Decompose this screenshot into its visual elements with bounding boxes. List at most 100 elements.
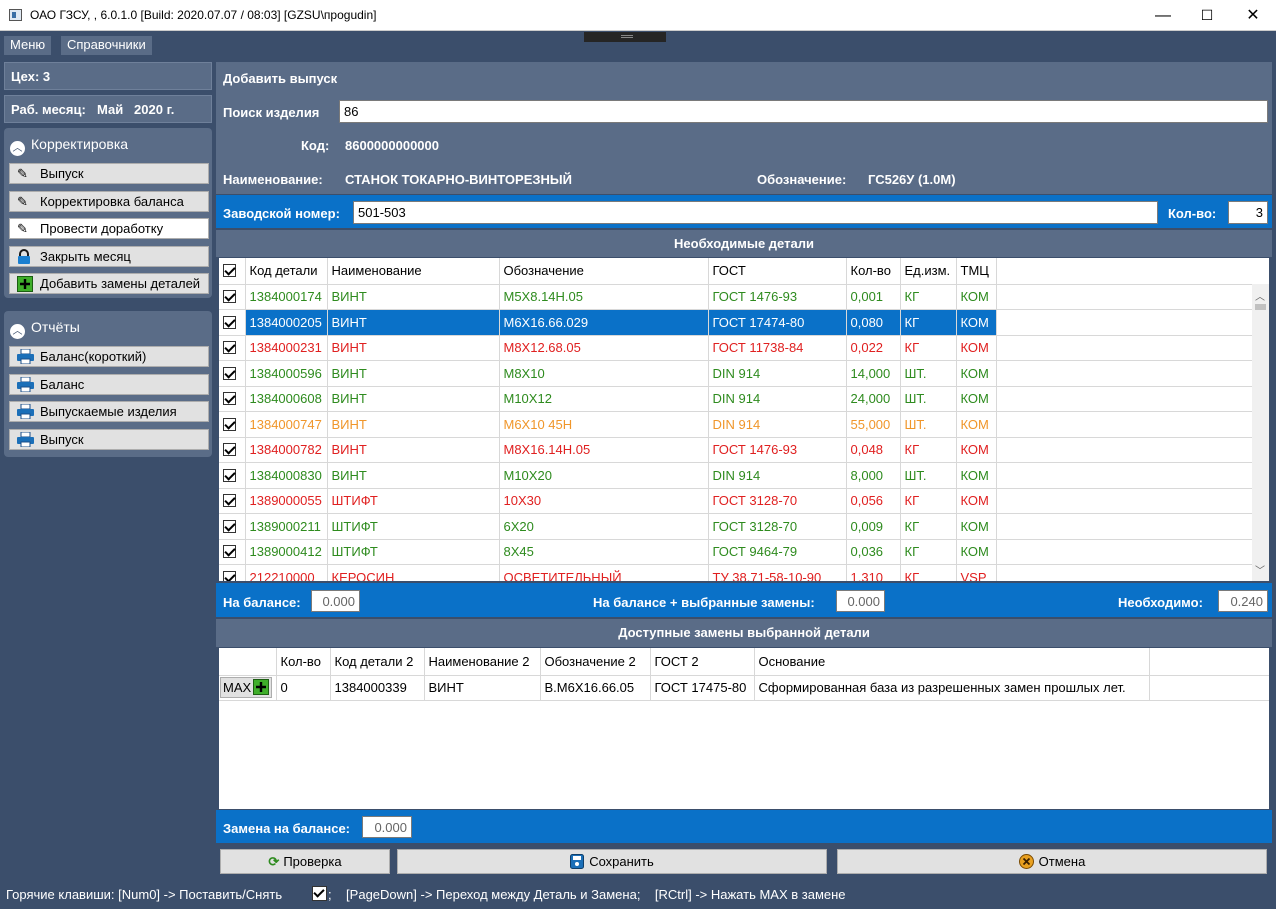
table-row[interactable]: 1384000231 ВИНТ М8Х12.68.05 ГОСТ 11738-84 0,… bbox=[219, 335, 1252, 361]
row-checkbox[interactable] bbox=[223, 290, 236, 304]
close-button[interactable]: ✕ bbox=[1230, 0, 1276, 31]
row-checkbox-cell[interactable] bbox=[219, 462, 246, 489]
chevron-up-icon: ︿ bbox=[10, 324, 25, 339]
replacement-row[interactable]: MAX 0 1384000339 ВИНТ В.М6Х16.66.05 ГОСТ… bbox=[219, 675, 1269, 701]
table-row[interactable]: 1389000055 ШТИФТ 10Х30 ГОСТ 3128-70 0,056 КГ К… bbox=[219, 488, 1252, 514]
row-checkbox-cell[interactable] bbox=[219, 386, 246, 412]
row-checkbox[interactable] bbox=[223, 417, 236, 431]
col-unit[interactable]: Ед.изм. bbox=[900, 258, 957, 285]
col-name[interactable]: Наименование bbox=[327, 258, 500, 285]
row-checkbox[interactable] bbox=[223, 570, 236, 581]
save-button[interactable]: Сохранить bbox=[397, 849, 827, 874]
row-filler bbox=[996, 284, 1252, 310]
menu-item-menu[interactable]: Меню bbox=[4, 36, 52, 55]
row-checkbox-cell[interactable] bbox=[219, 488, 246, 514]
row-checkbox-cell[interactable] bbox=[219, 437, 246, 463]
row-checkbox[interactable] bbox=[223, 443, 236, 457]
sidebar-item-balance-short[interactable]: Баланс(короткий) bbox=[9, 346, 209, 367]
col-basis[interactable]: Основание bbox=[754, 648, 1150, 676]
col-gost2[interactable]: ГОСТ 2 bbox=[650, 648, 755, 676]
table-row[interactable]: 1384000608 ВИНТ М10Х12 DIN 914 24,000 ШТ. КОМ bbox=[219, 386, 1252, 412]
select-all-checkbox[interactable] bbox=[223, 264, 236, 278]
printer-icon bbox=[17, 348, 35, 365]
col-filler bbox=[996, 258, 1252, 285]
row-checkbox-cell[interactable] bbox=[219, 513, 246, 540]
sidebar-item-add-replacements[interactable]: Добавить замены деталей bbox=[9, 273, 209, 294]
col-qty2[interactable]: Кол-во bbox=[276, 648, 331, 676]
table-row[interactable]: 1384000782 ВИНТ М8Х16.14Н.05 ГОСТ 1476-93 0,… bbox=[219, 437, 1252, 463]
minimize-button[interactable]: — bbox=[1140, 0, 1186, 31]
row-checkbox-cell[interactable] bbox=[219, 309, 246, 336]
part-designation: ОСВЕТИТЕЛЬНЫЙ bbox=[499, 564, 709, 581]
sidebar-item-products[interactable]: Выпускаемые изделия bbox=[9, 401, 209, 422]
row-checkbox[interactable] bbox=[223, 494, 236, 508]
table-row[interactable]: 1389000211 ШТИФТ 6Х20 ГОСТ 3128-70 0,009 КГ КО… bbox=[219, 513, 1252, 540]
max-button[interactable]: MAX bbox=[220, 677, 273, 699]
table-row[interactable]: 1384000830 ВИНТ М10Х20 DIN 914 8,000 ШТ. КОМ bbox=[219, 462, 1252, 489]
table-row[interactable]: 212210000 КЕРОСИН ОСВЕТИТЕЛЬНЫЙ ТУ 38.71-58… bbox=[219, 564, 1252, 581]
part-name: ВИНТ bbox=[327, 386, 500, 412]
part-tmc: КОМ bbox=[956, 513, 997, 540]
row-checkbox-cell[interactable] bbox=[219, 284, 246, 310]
serial-bar: Заводской номер: Кол-во: bbox=[216, 195, 1272, 228]
table-row[interactable]: 1389000412 ШТИФТ 8Х45 ГОСТ 9464-79 0,036 КГ КО… bbox=[219, 539, 1252, 565]
row-checkbox[interactable] bbox=[223, 468, 236, 482]
row-checkbox-cell[interactable] bbox=[219, 564, 246, 581]
scrollbar-thumb[interactable] bbox=[1255, 304, 1266, 310]
row-checkbox-cell[interactable] bbox=[219, 411, 246, 438]
scroll-up-icon[interactable]: ︿ bbox=[1255, 288, 1265, 303]
sidebar-item-label: Выпуск bbox=[40, 166, 84, 181]
table-row[interactable]: 1384000596 ВИНТ М8Х10 DIN 914 14,000 ШТ. КОМ bbox=[219, 360, 1252, 387]
row-checkbox-cell[interactable] bbox=[219, 360, 246, 387]
sidebar-item-close-month[interactable]: Закрыть месяц bbox=[9, 246, 209, 267]
row-checkbox[interactable] bbox=[223, 341, 236, 355]
part-qty: 0,080 bbox=[846, 309, 901, 336]
correction-group-header[interactable]: ︿ Корректировка bbox=[10, 136, 128, 156]
sidebar-item-rework[interactable]: ✎ Провести доработку bbox=[9, 218, 209, 239]
col-tmc[interactable]: ТМЦ bbox=[956, 258, 997, 285]
replacements-grid: Кол-во Код детали 2 Наименование 2 Обозн… bbox=[219, 648, 1269, 809]
col-gost[interactable]: ГОСТ bbox=[708, 258, 847, 285]
cancel-button[interactable]: Отмена bbox=[837, 849, 1267, 874]
row-checkbox[interactable] bbox=[223, 315, 236, 329]
row-checkbox[interactable] bbox=[223, 545, 236, 559]
table-row[interactable]: 1384000174 ВИНТ М5Х8.14Н.05 ГОСТ 1476-93 0,0… bbox=[219, 284, 1252, 310]
part-tmc: КОМ bbox=[956, 284, 997, 310]
sidebar-item-label: Выпуск bbox=[40, 432, 84, 447]
table-row[interactable]: 1384000747 ВИНТ М6Х10 45Н DIN 914 55,000 ШТ. К… bbox=[219, 411, 1252, 438]
part-gost: ГОСТ 11738-84 bbox=[708, 335, 847, 361]
row-checkbox[interactable] bbox=[223, 519, 236, 533]
col-qty[interactable]: Кол-во bbox=[846, 258, 901, 285]
col-designation[interactable]: Обозначение bbox=[499, 258, 709, 285]
balance-bar: На балансе: На балансе + выбранные замен… bbox=[216, 583, 1272, 617]
scroll-down-icon[interactable]: ﹀ bbox=[1255, 562, 1265, 577]
row-checkbox[interactable] bbox=[223, 366, 236, 380]
sidebar-item-output[interactable]: ✎ Выпуск bbox=[9, 163, 209, 184]
table-row[interactable]: 1384000205 ВИНТ М6Х16.66.029 ГОСТ 17474-80 0… bbox=[219, 309, 1252, 336]
row-checkbox-cell[interactable] bbox=[219, 335, 246, 361]
serial-input[interactable] bbox=[353, 201, 1158, 224]
col-designation2[interactable]: Обозначение 2 bbox=[540, 648, 651, 676]
sidebar-item-output-report[interactable]: Выпуск bbox=[9, 429, 209, 450]
part-tmc: КОМ bbox=[956, 360, 997, 387]
maximize-button[interactable]: ☐ bbox=[1184, 0, 1230, 31]
col-code2[interactable]: Код детали 2 bbox=[330, 648, 425, 676]
lock-icon bbox=[17, 249, 35, 265]
splitter-grip[interactable] bbox=[584, 32, 666, 42]
reports-group-header[interactable]: ︿ Отчёты bbox=[10, 319, 80, 339]
menu-item-references[interactable]: Справочники bbox=[61, 36, 152, 55]
select-all-checkbox-cell[interactable] bbox=[219, 258, 246, 285]
row-checkbox-cell[interactable] bbox=[219, 539, 246, 565]
repl-qty[interactable]: 0 bbox=[276, 675, 331, 701]
parts-scrollbar[interactable]: ︿ ﹀ bbox=[1252, 284, 1269, 581]
col-name2[interactable]: Наименование 2 bbox=[424, 648, 541, 676]
check-button[interactable]: ⟳ Проверка bbox=[220, 849, 390, 874]
part-code: 212210000 bbox=[245, 564, 328, 581]
sidebar-item-balance-correction[interactable]: ✎ Корректировка баланса bbox=[9, 191, 209, 212]
sidebar-item-label: Баланс(короткий) bbox=[40, 349, 147, 364]
col-code[interactable]: Код детали bbox=[245, 258, 328, 285]
search-input[interactable] bbox=[339, 100, 1268, 123]
qty-input[interactable] bbox=[1228, 201, 1268, 224]
row-checkbox[interactable] bbox=[223, 392, 236, 406]
sidebar-item-balance[interactable]: Баланс bbox=[9, 374, 209, 395]
